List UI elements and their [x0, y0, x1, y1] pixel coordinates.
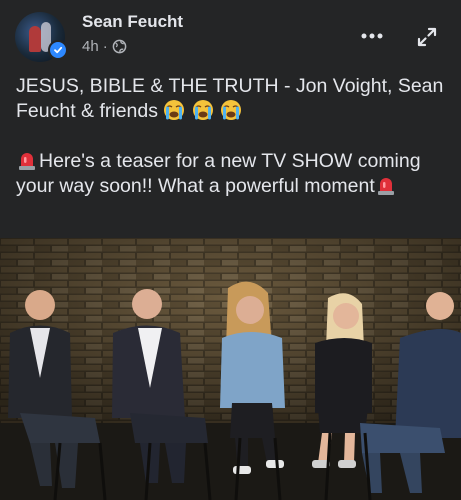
expand-button[interactable] — [414, 24, 440, 50]
globe-icon — [112, 39, 127, 54]
crying-face-emoji-icon — [192, 100, 213, 120]
police-light-emoji-icon — [19, 153, 35, 170]
expand-arrows-icon — [417, 27, 437, 47]
crying-face-emoji-icon — [221, 100, 242, 120]
more-options-button[interactable] — [358, 26, 386, 46]
post-meta: 4h · — [82, 38, 127, 55]
police-light-emoji-icon — [377, 178, 394, 195]
post-time[interactable]: 4h — [82, 38, 99, 55]
meta-separator: · — [102, 38, 108, 55]
post-video[interactable] — [0, 238, 461, 500]
post-text: JESUS, BIBLE & THE TRUTH - Jon Voight, S… — [16, 74, 446, 199]
post-paragraph-1: JESUS, BIBLE & THE TRUTH - Jon Voight, S… — [16, 74, 446, 124]
video-frame — [0, 238, 461, 500]
post-line-2: Here's a teaser for a new TV SHOW coming… — [16, 150, 421, 197]
post-paragraph-2: Here's a teaser for a new TV SHOW coming… — [16, 149, 446, 199]
crying-face-emoji-icon — [164, 100, 185, 120]
verified-badge-icon — [48, 40, 68, 60]
author-name[interactable]: Sean Feucht — [82, 12, 183, 32]
ellipsis-icon — [361, 33, 383, 39]
post-header: Sean Feucht 4h · — [0, 0, 461, 70]
